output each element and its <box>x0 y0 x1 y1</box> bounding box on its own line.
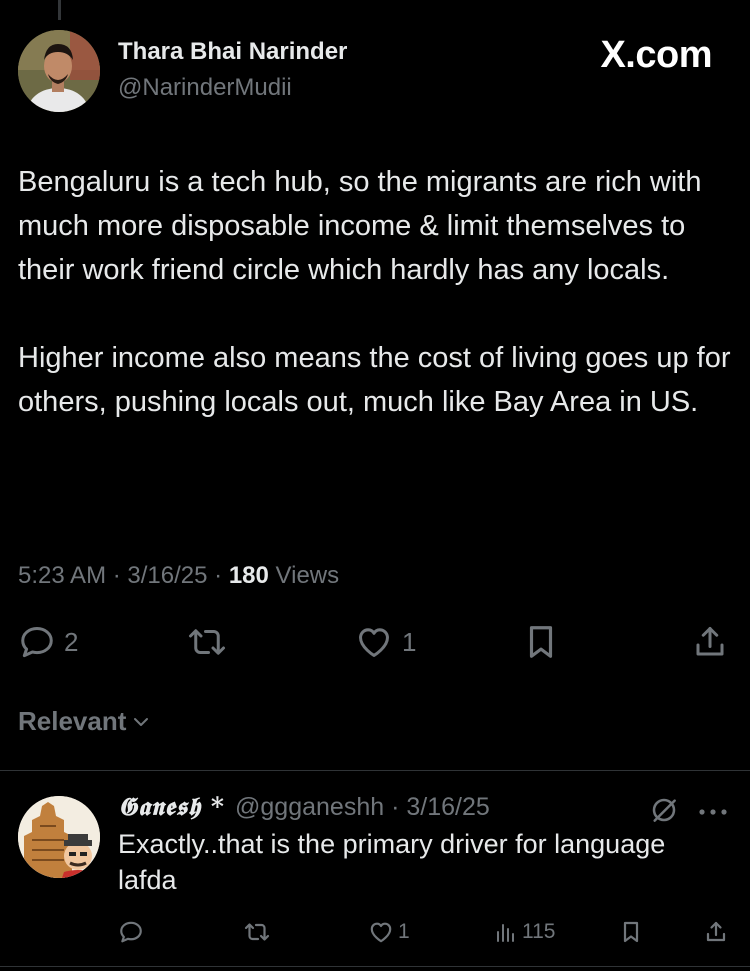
reply-header: 𝕲𝖆𝖓𝖊𝖘𝖍 * @ggganeshh · 3/16/25 <box>118 792 490 822</box>
meta-separator: · <box>214 562 223 589</box>
reply-avatar[interactable] <box>18 796 100 878</box>
share-upload-icon <box>706 921 726 942</box>
reply-like-count: 1 <box>398 920 410 943</box>
share-upload-icon <box>696 627 724 656</box>
bar-chart-icon <box>497 924 514 942</box>
reply-views-button[interactable]: 115 <box>494 918 555 946</box>
more-dots-icon <box>699 809 727 815</box>
bottom-divider <box>0 966 750 967</box>
like-count: 1 <box>402 626 417 657</box>
author-avatar[interactable] <box>18 30 100 112</box>
reply-button[interactable]: 2 <box>18 622 78 662</box>
like-button[interactable]: 1 <box>354 622 416 662</box>
bookmark-icon <box>529 626 553 658</box>
reply-text: Exactly..that is the primary driver for … <box>118 829 666 895</box>
author-name[interactable]: Thara Bhai Narinder <box>118 38 347 66</box>
tweet-meta: 5:23 AM · 3/16/25 · 180 Views <box>18 562 339 590</box>
heart-icon <box>370 922 392 943</box>
reply-retweet-button[interactable] <box>242 918 272 946</box>
reply-handle-date[interactable]: @ggganeshh · 3/16/25 <box>235 793 490 822</box>
reply-count: 2 <box>64 626 79 657</box>
speech-bubble-icon <box>21 627 53 658</box>
reply-avatar-image <box>18 796 100 878</box>
reply-like-button[interactable]: 1 <box>368 918 410 946</box>
retweet-button[interactable] <box>186 622 228 662</box>
thread-connector-line <box>58 0 61 20</box>
sort-replies-dropdown[interactable]: Relevant <box>18 706 150 737</box>
tweet-time[interactable]: 5:23 AM <box>18 562 106 589</box>
meta-separator: · <box>112 562 121 589</box>
reply-reply-button[interactable] <box>118 918 144 946</box>
retweet-icon <box>244 923 270 941</box>
section-divider <box>0 770 750 771</box>
bookmark-button[interactable] <box>524 622 558 662</box>
heart-icon <box>359 628 389 657</box>
reply-author-name[interactable]: 𝕲𝖆𝖓𝖊𝖘𝖍 * <box>118 792 225 822</box>
views-label: Views <box>275 562 340 589</box>
tweet-text: Bengaluru is a tech hub, so the migrants… <box>18 160 733 424</box>
brand-watermark: X.com <box>600 34 712 76</box>
author-avatar-image <box>18 30 100 112</box>
reply-bookmark-button[interactable] <box>620 918 642 946</box>
chevron-down-icon <box>134 717 149 726</box>
reply-views-count: 115 <box>522 920 556 943</box>
reply-share-button[interactable] <box>704 918 728 946</box>
retweet-icon <box>189 629 225 655</box>
bookmark-icon <box>623 921 639 943</box>
tweet-paragraph: Bengaluru is a tech hub, so the migrants… <box>18 166 702 286</box>
tweet-date[interactable]: 3/16/25 <box>127 562 207 589</box>
views-count: 180 <box>228 562 269 589</box>
more-options-button[interactable] <box>697 804 729 822</box>
share-button[interactable] <box>692 622 728 662</box>
author-handle[interactable]: @NarinderMudii <box>118 74 292 102</box>
tweet-paragraph: Higher income also means the cost of liv… <box>18 342 731 418</box>
sort-label: Relevant <box>18 706 127 736</box>
speech-bubble-icon <box>120 921 142 943</box>
grok-icon <box>652 798 676 822</box>
